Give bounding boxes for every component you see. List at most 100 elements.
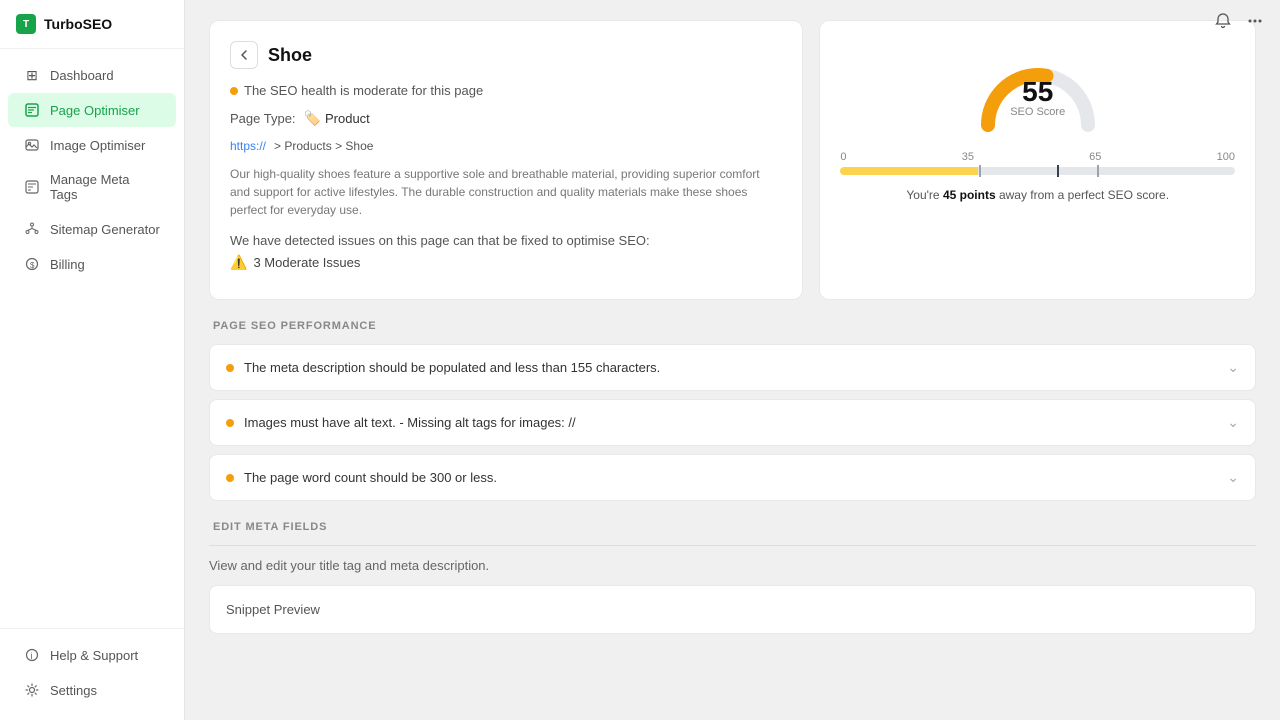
scale-container: 0 35 65 100 <box>840 151 1235 175</box>
card-header: Shoe <box>230 41 782 69</box>
scale-labels: 0 35 65 100 <box>840 151 1235 163</box>
meta-tags-icon <box>24 179 40 195</box>
chevron-down-icon-0: ⌄ <box>1227 359 1239 376</box>
issues-count: 3 Moderate Issues <box>253 255 360 270</box>
seo-score-card: 55 SEO Score 0 35 65 100 <box>819 20 1256 300</box>
health-dot <box>230 87 238 95</box>
sidebar-item-label: Help & Support <box>50 648 138 663</box>
main-content: Shoe The SEO health is moderate for this… <box>185 0 1280 720</box>
sidebar-item-page-optimiser[interactable]: Page Optimiser <box>8 93 176 127</box>
meta-description-text: View and edit your title tag and meta de… <box>209 558 1256 573</box>
image-optimiser-icon <box>24 137 40 153</box>
sidebar: T TurboSEO ⊞ Dashboard Page Optimiser <box>0 0 185 720</box>
sitemap-icon <box>24 221 40 237</box>
performance-section-label: PAGE SEO PERFORMANCE <box>209 320 1256 332</box>
top-bar <box>1198 0 1280 47</box>
gauge-container: 55 SEO Score <box>973 45 1103 135</box>
warning-icon: ⚠️ <box>230 254 247 271</box>
seo-score-label: SEO Score <box>1010 106 1065 118</box>
scale-marker <box>1057 165 1059 177</box>
logo-icon: T <box>16 14 36 34</box>
chevron-down-icon-1: ⌄ <box>1227 414 1239 431</box>
app-name: TurboSEO <box>44 16 112 32</box>
issues-intro: We have detected issues on this page can… <box>230 233 782 248</box>
page-type-value: Product <box>325 111 370 126</box>
page-url: https:// <box>230 139 266 153</box>
sidebar-item-help-support[interactable]: i Help & Support <box>8 638 176 672</box>
sidebar-item-label: Page Optimiser <box>50 103 140 118</box>
seo-score-value: 55 <box>1010 78 1065 106</box>
breadcrumb: > Products > Shoe <box>274 139 373 153</box>
sidebar-item-manage-meta-tags[interactable]: Manage Meta Tags <box>8 163 176 211</box>
sidebar-item-image-optimiser[interactable]: Image Optimiser <box>8 128 176 162</box>
sidebar-footer: i Help & Support Settings <box>0 628 184 720</box>
help-icon: i <box>24 647 40 663</box>
perf-item-0[interactable]: The meta description should be populated… <box>209 344 1256 391</box>
sidebar-item-label: Settings <box>50 683 97 698</box>
page-info-card: Shoe The SEO health is moderate for this… <box>209 20 803 300</box>
perf-item-1[interactable]: Images must have alt text. - Missing alt… <box>209 399 1256 446</box>
notification-icon[interactable] <box>1214 12 1232 35</box>
page-description: Our high-quality shoes feature a support… <box>230 165 782 219</box>
sidebar-item-label: Manage Meta Tags <box>50 172 160 202</box>
scale-bar <box>840 167 1235 175</box>
scale-35: 35 <box>962 151 974 163</box>
svg-text:$: $ <box>30 261 35 270</box>
scale-marker-35 <box>979 165 981 177</box>
perf-text-1: Images must have alt text. - Missing alt… <box>244 415 576 430</box>
sidebar-item-dashboard[interactable]: ⊞ Dashboard <box>8 58 176 92</box>
divider <box>209 545 1256 546</box>
snippet-card: Snippet Preview <box>209 585 1256 634</box>
perf-text-0: The meta description should be populated… <box>244 360 660 375</box>
health-text: The SEO health is moderate for this page <box>244 83 483 98</box>
scale-bar-wrapper <box>840 167 1235 175</box>
away-points: 45 points <box>943 188 996 202</box>
gauge-center: 55 SEO Score <box>1010 78 1065 118</box>
away-prefix: You're <box>906 188 943 202</box>
performance-list: The meta description should be populated… <box>209 344 1256 501</box>
tag-icon: 🏷️ <box>304 110 321 127</box>
page-optimiser-icon <box>24 102 40 118</box>
perf-item-2[interactable]: The page word count should be 300 or les… <box>209 454 1256 501</box>
svg-text:i: i <box>31 651 33 661</box>
sidebar-item-sitemap-generator[interactable]: Sitemap Generator <box>8 212 176 246</box>
billing-icon: $ <box>24 256 40 272</box>
meta-section-label: EDIT META FIELDS <box>209 521 1256 533</box>
scale-65: 65 <box>1089 151 1101 163</box>
back-button[interactable] <box>230 41 258 69</box>
snippet-title: Snippet Preview <box>226 602 320 617</box>
away-suffix: away from a perfect SEO score. <box>996 188 1169 202</box>
meta-section: EDIT META FIELDS View and edit your titl… <box>209 521 1256 634</box>
url-row: https:// > Products > Shoe <box>230 139 782 153</box>
chevron-down-icon-2: ⌄ <box>1227 469 1239 486</box>
page-title: Shoe <box>268 45 312 66</box>
dashboard-icon: ⊞ <box>24 67 40 83</box>
scale-100: 100 <box>1217 151 1235 163</box>
perf-item-left-2: The page word count should be 300 or les… <box>226 470 497 485</box>
sidebar-nav: ⊞ Dashboard Page Optimiser <box>0 49 184 628</box>
more-options-icon[interactable] <box>1246 12 1264 35</box>
sidebar-header: T TurboSEO <box>0 0 184 49</box>
sidebar-item-billing[interactable]: $ Billing <box>8 247 176 281</box>
sidebar-item-label: Sitemap Generator <box>50 222 160 237</box>
health-indicator: The SEO health is moderate for this page <box>230 83 782 98</box>
settings-icon <box>24 682 40 698</box>
issues-section: We have detected issues on this page can… <box>230 233 782 271</box>
scale-marker-65 <box>1097 165 1099 177</box>
perf-text-2: The page word count should be 300 or les… <box>244 470 497 485</box>
perf-item-left-0: The meta description should be populated… <box>226 360 660 375</box>
sidebar-item-settings[interactable]: Settings <box>8 673 176 707</box>
sidebar-item-label: Billing <box>50 257 85 272</box>
page-type-row: Page Type: 🏷️ Product <box>230 110 782 127</box>
sidebar-item-label: Image Optimiser <box>50 138 145 153</box>
perf-dot-2 <box>226 474 234 482</box>
sidebar-item-label: Dashboard <box>50 68 114 83</box>
page-type-badge: 🏷️ Product <box>304 110 370 127</box>
seo-away-text: You're 45 points away from a perfect SEO… <box>906 187 1169 204</box>
issues-badge: ⚠️ 3 Moderate Issues <box>230 254 782 271</box>
perf-dot-1 <box>226 419 234 427</box>
page-type-label: Page Type: <box>230 111 296 126</box>
perf-dot-0 <box>226 364 234 372</box>
cards-row: Shoe The SEO health is moderate for this… <box>209 20 1256 300</box>
scale-0: 0 <box>840 151 846 163</box>
